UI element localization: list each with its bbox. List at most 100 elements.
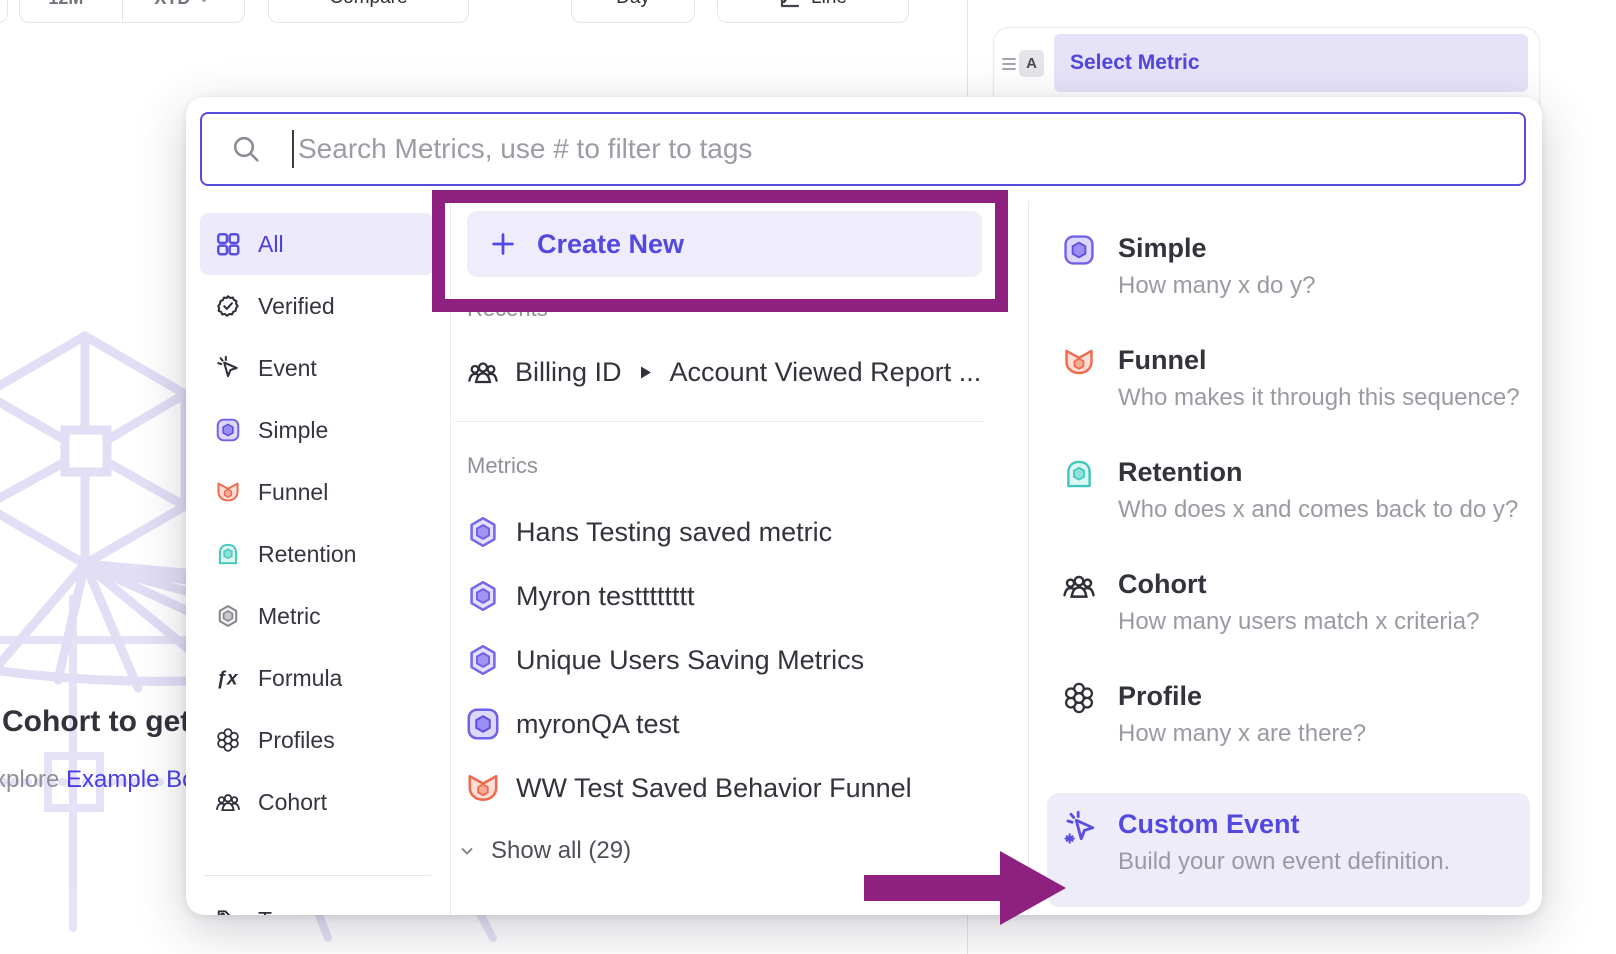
create-new-label: Create New: [537, 229, 684, 260]
sidebar-item-label: Verified: [258, 293, 335, 320]
type-description: How many x are there?: [1118, 720, 1528, 748]
type-title: Profile: [1118, 679, 1528, 713]
type-description: Build your own event definition.: [1118, 848, 1530, 876]
search-field-wrap: [200, 112, 1526, 186]
type-title: Cohort: [1118, 567, 1528, 601]
recent-item-event-name: Account Viewed Report ...: [670, 357, 982, 388]
event-cursor-icon: [214, 355, 241, 382]
middle-divider: [455, 421, 983, 422]
date-range-control[interactable]: 12M XTD: [19, 0, 245, 23]
sidebar-item-label: Metric: [258, 603, 321, 630]
create-new-button[interactable]: Create New: [467, 211, 982, 277]
sidebar-item-verified[interactable]: Verified: [200, 275, 433, 337]
recent-item-cohort-name: Billing ID: [515, 357, 622, 388]
series-a-badge: A: [1019, 50, 1044, 77]
type-cohort[interactable]: Cohort How many users match x criteria?: [1028, 567, 1528, 636]
type-retention[interactable]: Retention Who does x and comes back to d…: [1028, 455, 1528, 524]
sidebar-item-label: Retention: [258, 541, 356, 568]
metric-list-item[interactable]: Hans Testing saved metric: [450, 500, 1028, 564]
sidebar-item-retention[interactable]: Retention: [200, 523, 433, 585]
compare-button[interactable]: Compare: [268, 0, 469, 23]
retention-metric-icon: [214, 541, 241, 568]
metric-name: Unique Users Saving Metrics: [516, 645, 864, 676]
toolbar-partial-button[interactable]: [0, 0, 8, 23]
cohort-people-icon: [467, 356, 499, 388]
type-title: Funnel: [1118, 343, 1528, 377]
metric-hexagon-icon: [465, 578, 501, 614]
metric-list-item[interactable]: Myron testttttttt: [450, 564, 1028, 628]
metric-type-column: Simple How many x do y? Funnel Who makes…: [1028, 209, 1528, 915]
metric-name: myronQA test: [516, 709, 680, 740]
verified-badge-icon: [214, 293, 241, 320]
recent-metric-item[interactable]: Billing ID Account Viewed Report ...: [467, 352, 1028, 392]
funnel-metric-icon: [1062, 345, 1096, 379]
type-simple[interactable]: Simple How many x do y?: [1028, 231, 1528, 300]
sidebar-item-label: Formula: [258, 665, 342, 692]
simple-metric-icon: [214, 417, 241, 444]
tag-icon: [214, 907, 241, 916]
search-icon: [230, 133, 262, 165]
sidebar-item-all[interactable]: All: [200, 213, 433, 275]
select-metric-label: Select Metric: [1070, 51, 1200, 75]
metric-filter-sidebar: All Verified Event Simple Funnel: [200, 209, 450, 915]
type-description: Who does x and comes back to do y?: [1118, 496, 1528, 524]
line-chart-icon: [779, 0, 801, 9]
type-profile[interactable]: Profile How many x are there?: [1028, 679, 1528, 748]
retention-metric-icon: [1062, 457, 1096, 491]
metric-hexagon-icon: [465, 642, 501, 678]
metric-name: WW Test Saved Behavior Funnel: [516, 773, 912, 804]
sidebar-item-event[interactable]: Event: [200, 337, 433, 399]
show-all-label: Show all (29): [491, 837, 631, 865]
sidebar-item-metric[interactable]: Metric: [200, 585, 433, 647]
profiles-flower-icon: [214, 727, 241, 754]
sidebar-item-formula[interactable]: ƒx Formula: [200, 647, 433, 709]
metric-list-item[interactable]: Unique Users Saving Metrics: [450, 628, 1028, 692]
sidebar-item-label: Event: [258, 355, 317, 382]
simple-metric-icon: [465, 706, 501, 742]
metric-name: Myron testttttttt: [516, 581, 695, 612]
select-metric-modal: All Verified Event Simple Funnel: [186, 97, 1542, 915]
plus-icon: [488, 229, 518, 259]
sidebar-item-label: Profiles: [258, 727, 335, 754]
series-a-label: A: [1026, 55, 1037, 72]
caret-right-icon: [640, 365, 652, 380]
range-xtd-button[interactable]: XTD: [122, 0, 244, 22]
select-metric-field[interactable]: Select Metric: [1054, 34, 1528, 92]
day-interval-button[interactable]: Day: [571, 0, 695, 23]
simple-metric-icon: [1062, 233, 1096, 267]
type-funnel[interactable]: Funnel Who makes it through this sequenc…: [1028, 343, 1528, 412]
line-chart-type-button[interactable]: Line: [717, 0, 909, 23]
type-title: Simple: [1118, 231, 1528, 265]
show-all-toggle[interactable]: Show all (29): [456, 833, 1028, 869]
day-label: Day: [616, 0, 650, 9]
drag-handle-icon[interactable]: [1000, 53, 1018, 75]
chevron-down-icon: [456, 840, 478, 862]
custom-event-cursor-icon: [1062, 809, 1096, 843]
range-12m-button[interactable]: 12M: [20, 0, 112, 22]
saved-metric-icon: [214, 603, 241, 630]
sidebar-item-profiles[interactable]: Profiles: [200, 709, 433, 771]
sidebar-item-label: Funnel: [258, 479, 328, 506]
range-12m-label: 12M: [48, 0, 83, 9]
metrics-header: Metrics: [467, 453, 1028, 479]
funnel-metric-icon: [214, 479, 241, 506]
metric-list-item[interactable]: WW Test Saved Behavior Funnel: [450, 756, 1028, 820]
cohort-people-icon: [214, 789, 241, 816]
line-label: Line: [811, 0, 847, 9]
sidebar-item-simple[interactable]: Simple: [200, 399, 433, 461]
search-input[interactable]: [200, 112, 1526, 186]
sidebar-item-label: T: [258, 907, 272, 916]
funnel-metric-icon: [465, 770, 501, 806]
metric-list-item[interactable]: myronQA test: [450, 692, 1028, 756]
type-custom-event[interactable]: Custom Event Build your own event defini…: [1047, 793, 1530, 907]
sidebar-item-label: All: [258, 231, 284, 258]
svg-text:ƒx: ƒx: [216, 668, 239, 689]
explore-prefix: Explore: [0, 766, 66, 793]
type-description: How many users match x criteria?: [1118, 608, 1528, 636]
sidebar-item-funnel[interactable]: Funnel: [200, 461, 433, 523]
sidebar-item-cohort[interactable]: Cohort: [200, 771, 433, 833]
profiles-flower-icon: [1062, 681, 1096, 715]
sidebar-item-tags-partial[interactable]: T: [200, 889, 433, 915]
type-title: Custom Event: [1118, 807, 1530, 841]
cohort-people-icon: [1062, 569, 1096, 603]
